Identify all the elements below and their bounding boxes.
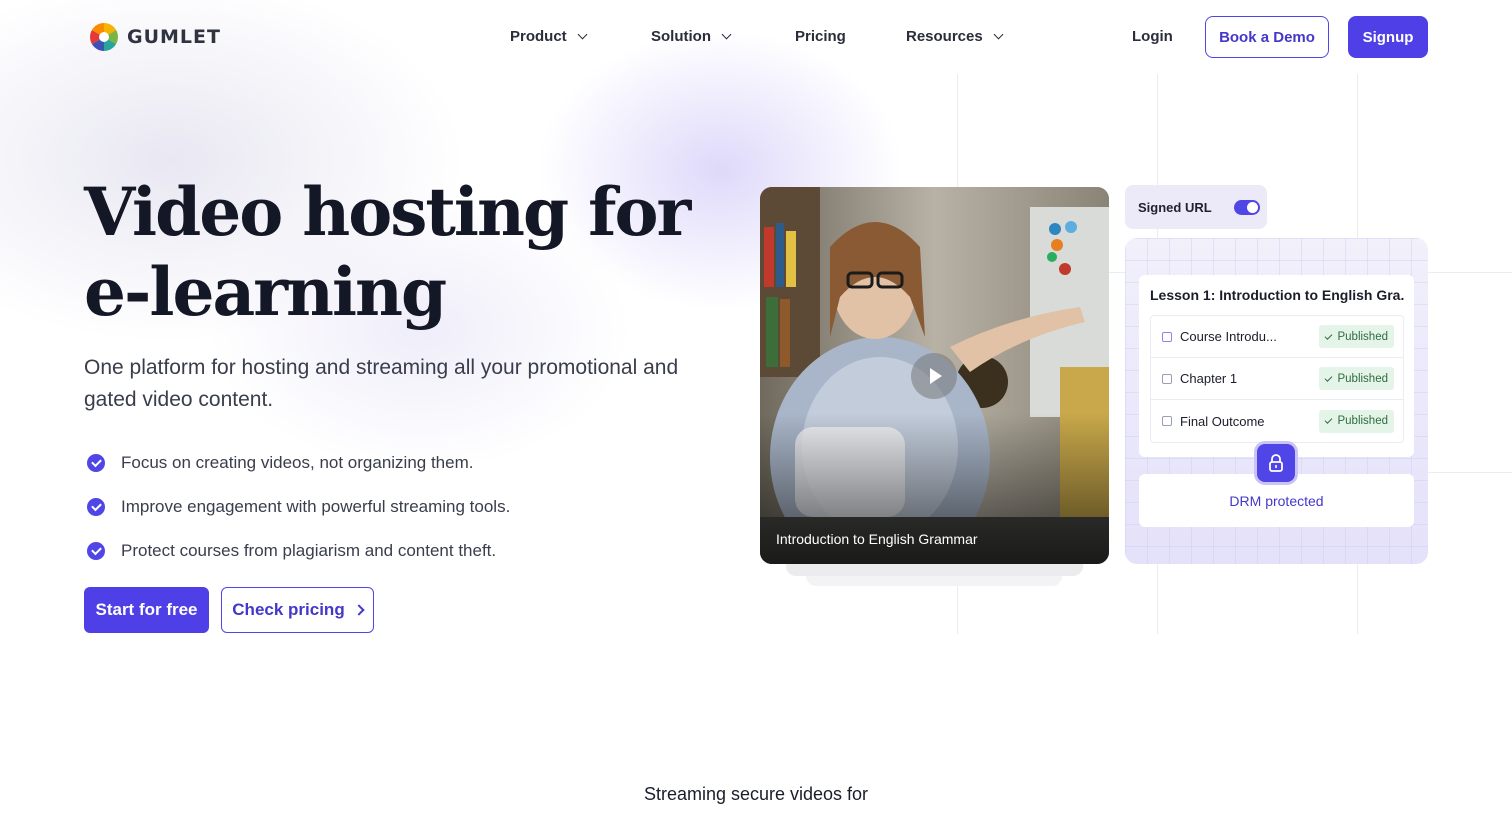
nav-product-label: Product bbox=[510, 28, 567, 45]
lesson-panel: Lesson 1: Introduction to English Gra...… bbox=[1125, 238, 1428, 564]
nav-resources[interactable]: Resources bbox=[906, 28, 1004, 45]
check-icon bbox=[1325, 416, 1333, 424]
feature-text: Improve engagement with powerful streami… bbox=[121, 497, 511, 516]
check-pricing-button[interactable]: Check pricing bbox=[221, 587, 374, 633]
lesson-card: Lesson 1: Introduction to English Gra...… bbox=[1139, 275, 1414, 457]
feature-item: Improve engagement with powerful streami… bbox=[87, 485, 510, 529]
signup-button[interactable]: Signup bbox=[1348, 16, 1428, 58]
signed-url-setting: Signed URL bbox=[1125, 185, 1267, 229]
video-icon bbox=[1162, 331, 1172, 342]
status-badge: Published bbox=[1319, 325, 1394, 348]
nav-pricing-label: Pricing bbox=[795, 28, 846, 45]
signed-url-toggle[interactable] bbox=[1233, 199, 1260, 215]
hero-subtitle: One platform for hosting and streaming a… bbox=[84, 356, 679, 411]
status-badge-text: Published bbox=[1337, 415, 1388, 427]
check-circle-icon bbox=[87, 454, 105, 472]
feature-item: Protect courses from plagiarism and cont… bbox=[87, 529, 510, 573]
video-title: Introduction to English Grammar bbox=[776, 531, 978, 547]
nav-resources-label: Resources bbox=[906, 28, 983, 45]
status-badge-text: Published bbox=[1337, 330, 1388, 343]
brand-logo[interactable]: GUMLET bbox=[89, 22, 221, 52]
nav-solution-label: Solution bbox=[651, 28, 711, 45]
feature-text: Focus on creating videos, not organizing… bbox=[121, 453, 474, 472]
status-badge: Published bbox=[1319, 367, 1394, 390]
chevron-down-icon bbox=[721, 29, 732, 40]
lesson-list: Course Introdu... Published Chapter 1 Pu… bbox=[1150, 315, 1404, 443]
lesson-row-label: Course Introdu... bbox=[1180, 329, 1277, 344]
check-circle-icon bbox=[87, 498, 105, 516]
check-circle-icon bbox=[87, 542, 105, 560]
lesson-title: Lesson 1: Introduction to English Gra... bbox=[1150, 287, 1404, 303]
book-demo-button[interactable]: Book a Demo bbox=[1205, 16, 1329, 58]
nav-pricing[interactable]: Pricing bbox=[795, 28, 846, 45]
gumlet-logo-icon bbox=[90, 23, 118, 51]
nav-solution[interactable]: Solution bbox=[651, 28, 732, 45]
feature-list: Focus on creating videos, not organizing… bbox=[87, 441, 510, 573]
lesson-row[interactable]: Chapter 1 Published bbox=[1151, 358, 1403, 400]
signed-url-label: Signed URL bbox=[1138, 199, 1212, 215]
lock-icon bbox=[1257, 444, 1295, 482]
chevron-right-icon bbox=[353, 604, 365, 616]
lesson-row-label: Chapter 1 bbox=[1180, 371, 1238, 386]
brand-name: GUMLET bbox=[127, 26, 221, 48]
play-button[interactable] bbox=[911, 353, 957, 399]
top-navigation: GUMLET Product Solution Pricing Resource… bbox=[0, 0, 1512, 74]
login-link[interactable]: Login bbox=[1132, 28, 1173, 45]
section-heading: Streaming secure videos for bbox=[643, 784, 869, 804]
document-icon bbox=[1162, 373, 1172, 384]
nav-product[interactable]: Product bbox=[510, 28, 588, 45]
lesson-row[interactable]: Final Outcome Published bbox=[1151, 400, 1403, 442]
status-badge-text: Published bbox=[1337, 372, 1388, 385]
hero-title: Video hosting for e-learning bbox=[84, 173, 691, 331]
chevron-down-icon bbox=[993, 29, 1004, 40]
chevron-down-icon bbox=[577, 29, 588, 40]
feature-text: Protect courses from plagiarism and cont… bbox=[121, 541, 497, 560]
video-player[interactable]: Introduction to English Grammar bbox=[760, 187, 1109, 564]
lesson-row-label: Final Outcome bbox=[1180, 413, 1265, 429]
check-icon bbox=[1325, 373, 1333, 382]
check-pricing-label: Check pricing bbox=[232, 600, 345, 619]
start-for-free-button[interactable]: Start for free bbox=[84, 587, 209, 633]
status-badge: Published bbox=[1319, 409, 1394, 433]
feature-item: Focus on creating videos, not organizing… bbox=[87, 441, 510, 485]
document-icon bbox=[1162, 416, 1172, 426]
lesson-row[interactable]: Course Introdu... Published bbox=[1151, 316, 1403, 358]
check-icon bbox=[1325, 331, 1333, 340]
